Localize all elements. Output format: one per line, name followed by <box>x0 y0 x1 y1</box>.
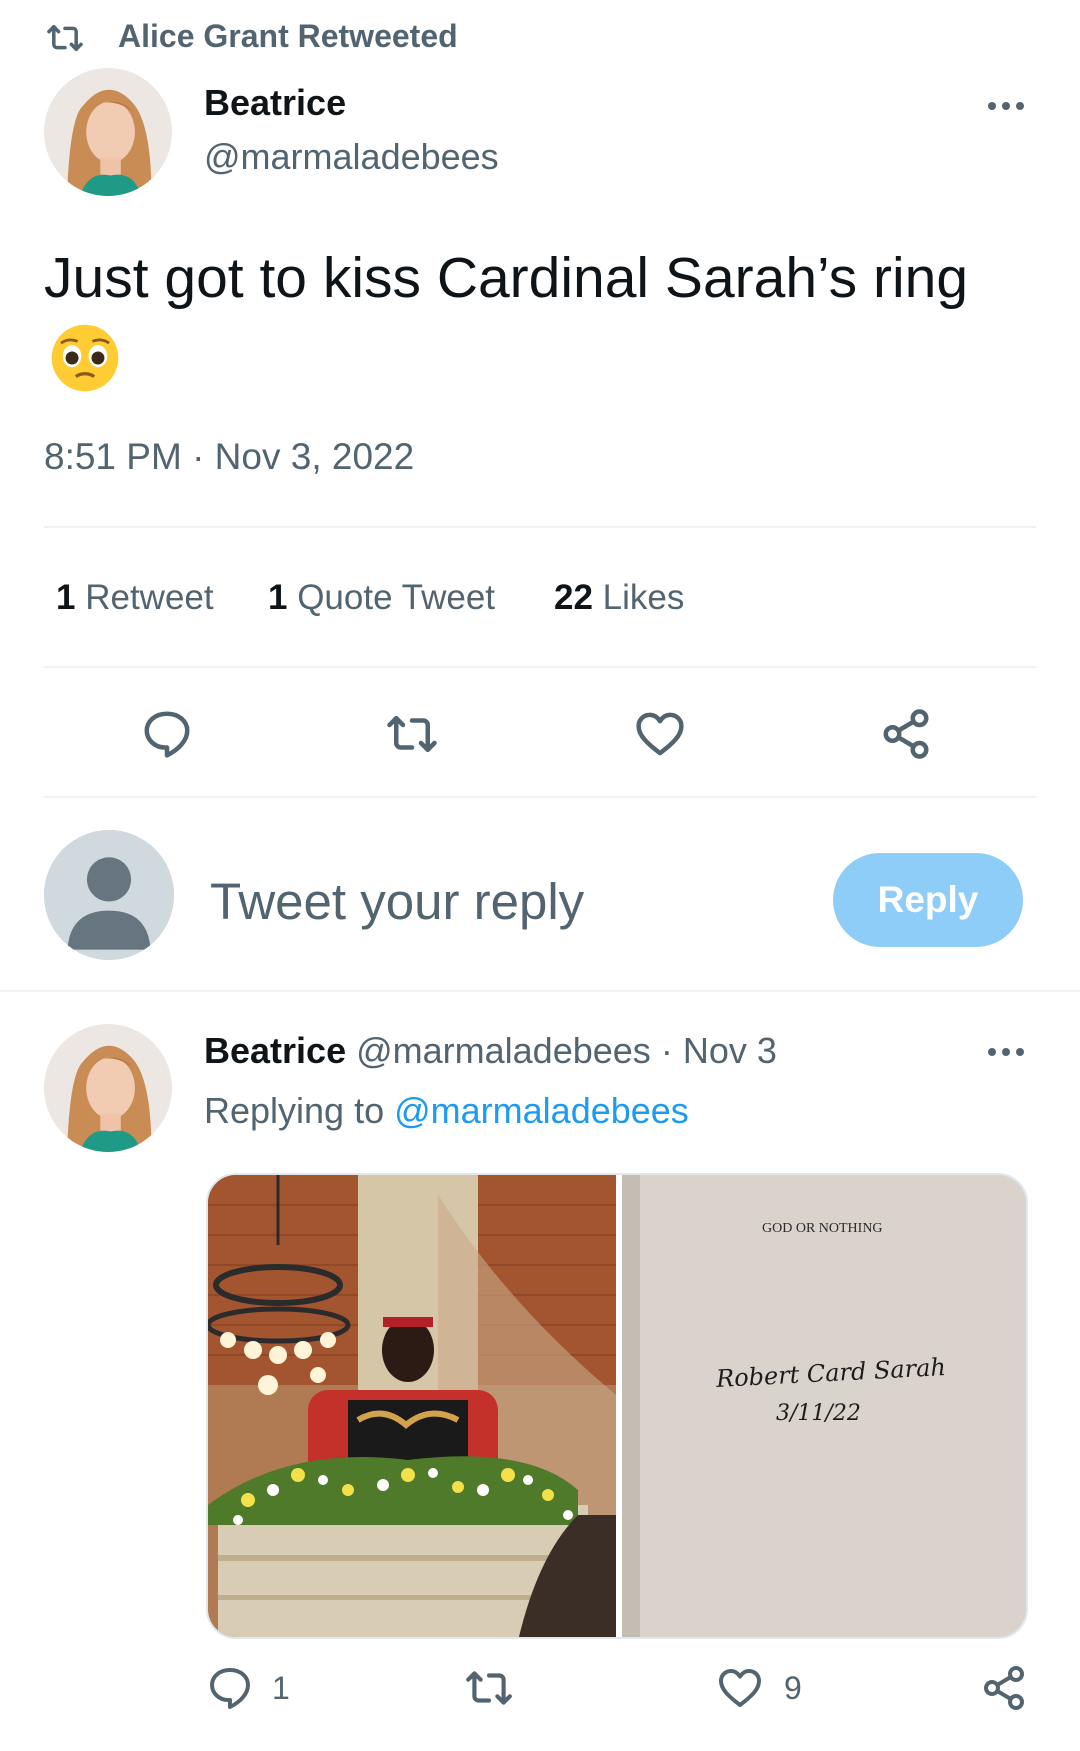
pleading-face-emoji <box>51 324 119 392</box>
reply-author-avatar[interactable] <box>44 1024 172 1152</box>
retweet-icon[interactable] <box>464 1664 514 1712</box>
divider <box>44 666 1036 668</box>
reply-header: Beatrice @marmaladebees · Nov 3 <box>204 1030 777 1072</box>
author-handle[interactable]: @marmaladebees <box>204 136 499 178</box>
stat-quotes-label: Quote Tweet <box>297 578 496 617</box>
divider <box>44 796 1036 798</box>
more-options-icon[interactable] <box>986 100 1026 112</box>
reply-icon[interactable] <box>206 1664 254 1712</box>
divider <box>44 526 1036 528</box>
reply-count: 1 <box>272 1670 290 1706</box>
like-icon[interactable] <box>716 1664 764 1712</box>
retweet-banner-text[interactable]: Alice Grant Retweeted <box>118 18 458 55</box>
tweet-timestamp[interactable]: 8:51 PM · Nov 3, 2022 <box>44 436 414 478</box>
media-grid[interactable]: GOD OR NOTHING Robert Card Sarah 3/11/22 <box>206 1173 1028 1639</box>
like-icon[interactable] <box>633 707 687 761</box>
reply-icon[interactable] <box>140 707 194 761</box>
section-divider <box>0 990 1080 992</box>
like-count: 9 <box>784 1670 802 1706</box>
stat-retweets-count: 1 <box>56 578 76 617</box>
stat-likes-label: Likes <box>602 578 685 617</box>
user-avatar-placeholder <box>44 830 174 960</box>
stat-retweets-label: Retweet <box>85 578 214 617</box>
share-icon[interactable] <box>980 1664 1028 1712</box>
author-avatar[interactable] <box>44 68 172 196</box>
replying-to-label: Replying to <box>204 1090 385 1131</box>
stat-likes-count: 22 <box>554 578 593 617</box>
reply-author-name[interactable]: Beatrice <box>204 1030 346 1071</box>
reply-author-handle[interactable]: @marmaladebees <box>356 1030 651 1071</box>
tweet-text-content: Just got to kiss Cardinal Sarah’s ring <box>44 246 969 310</box>
stat-quotes-count: 1 <box>268 578 288 617</box>
tweet-text: Just got to kiss Cardinal Sarah’s ring <box>44 240 1034 395</box>
reply-date[interactable]: Nov 3 <box>683 1030 777 1071</box>
share-icon[interactable] <box>879 707 933 761</box>
stat-quote-tweets[interactable]: 1 Quote Tweet <box>268 578 495 618</box>
replying-to: Replying to @marmaladebees <box>204 1090 689 1132</box>
book-title: GOD OR NOTHING <box>762 1221 883 1236</box>
more-options-icon[interactable] <box>986 1046 1026 1058</box>
stat-likes[interactable]: 22 Likes <box>554 578 684 618</box>
stat-retweets[interactable]: 1 Retweet <box>56 578 214 618</box>
replying-to-handle[interactable]: @marmaladebees <box>394 1090 689 1131</box>
reply-button[interactable]: Reply <box>833 853 1023 947</box>
handwritten-date: 3/11/22 <box>776 1401 861 1426</box>
retweet-icon <box>47 25 83 51</box>
author-name[interactable]: Beatrice <box>204 82 346 124</box>
photo-cathedral-pulpit <box>208 1175 616 1637</box>
reply-input[interactable]: Tweet your reply <box>210 872 584 931</box>
reply-separator: · <box>660 1030 673 1071</box>
retweet-icon[interactable] <box>385 707 439 761</box>
